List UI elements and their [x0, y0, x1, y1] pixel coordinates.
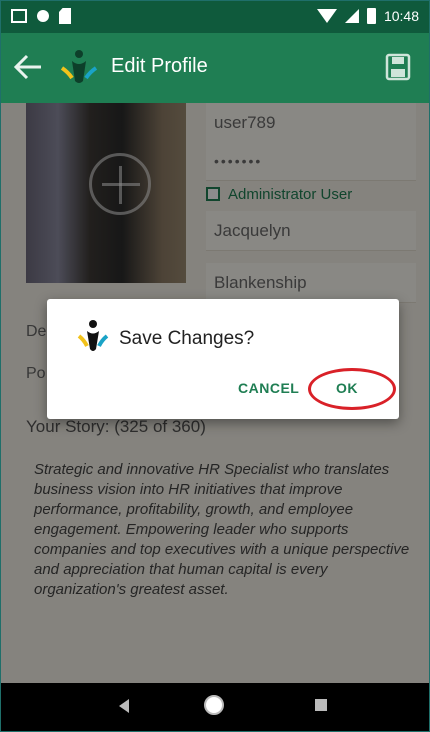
circle-icon — [37, 10, 49, 22]
app-bar: Edit Profile — [1, 33, 429, 103]
sd-card-icon — [59, 8, 71, 24]
dialog-title: Save Changes? — [119, 328, 255, 349]
status-time: 10:48 — [383, 8, 419, 24]
status-left — [11, 8, 71, 24]
status-bar: 10:48 — [1, 1, 429, 33]
dialog-logo-icon — [77, 320, 109, 351]
save-changes-dialog: Save Changes? CANCEL OK — [47, 299, 399, 419]
battery-icon — [366, 8, 376, 24]
cancel-button[interactable]: CANCEL — [238, 380, 299, 396]
status-right: 10:48 — [316, 8, 419, 24]
app-frame: 10:48 Edit Profile user789 ••••••• Admin… — [0, 0, 430, 732]
gmail-icon — [11, 9, 27, 23]
nav-home-icon[interactable] — [204, 695, 224, 715]
nav-recents-icon[interactable] — [315, 699, 327, 711]
signal-icon — [344, 9, 359, 23]
back-arrow-icon[interactable] — [11, 49, 45, 85]
system-nav-bar — [1, 683, 429, 731]
ok-highlight-ring — [308, 368, 396, 410]
page-title: Edit Profile — [111, 55, 208, 77]
app-logo-icon — [60, 50, 98, 83]
save-icon[interactable] — [385, 53, 411, 81]
wifi-icon — [316, 9, 337, 23]
nav-back-icon[interactable] — [119, 699, 129, 713]
